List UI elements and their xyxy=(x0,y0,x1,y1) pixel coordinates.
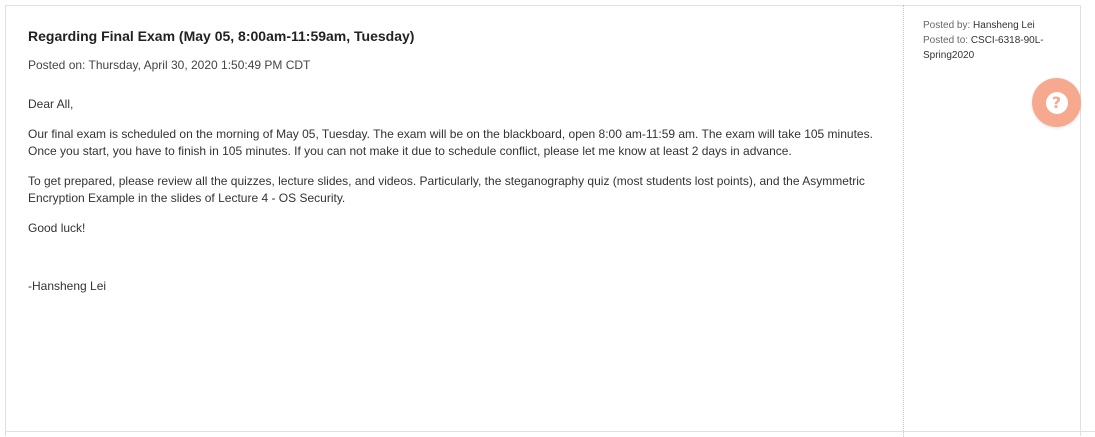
help-button[interactable]: ? xyxy=(1032,78,1081,127)
signature-spacer xyxy=(28,249,888,278)
closing-text: Good luck! xyxy=(28,220,86,235)
body-paragraph-2: To get prepared, please review all the q… xyxy=(28,173,865,206)
greeting-text: Dear All, xyxy=(28,97,74,111)
body-paragraph-1: Our final exam is scheduled on the morni… xyxy=(28,126,873,159)
posted-by-row: Posted by: Hansheng Lei xyxy=(923,18,1073,33)
announcement-body: Dear All, Our final exam is scheduled on… xyxy=(28,96,888,308)
posted-by-author: Hansheng Lei xyxy=(973,20,1035,31)
signature-text: -Hansheng Lei xyxy=(28,279,107,293)
announcement-meta: Posted by: Hansheng Lei Posted to: CSCI-… xyxy=(923,18,1073,63)
posted-to-row: Posted to: CSCI-6318-90L-Spring2020 xyxy=(923,33,1073,63)
column-divider xyxy=(903,5,904,437)
question-mark-icon: ? xyxy=(1045,91,1068,114)
posted-to-label: Posted to: xyxy=(923,35,969,46)
posted-on-date: Posted on: Thursday, April 30, 2020 1:50… xyxy=(28,58,311,72)
bottom-divider xyxy=(5,431,1095,432)
posted-by-label: Posted by: xyxy=(923,20,971,31)
announcement-title: Regarding Final Exam (May 05, 8:00am-11:… xyxy=(28,28,415,44)
